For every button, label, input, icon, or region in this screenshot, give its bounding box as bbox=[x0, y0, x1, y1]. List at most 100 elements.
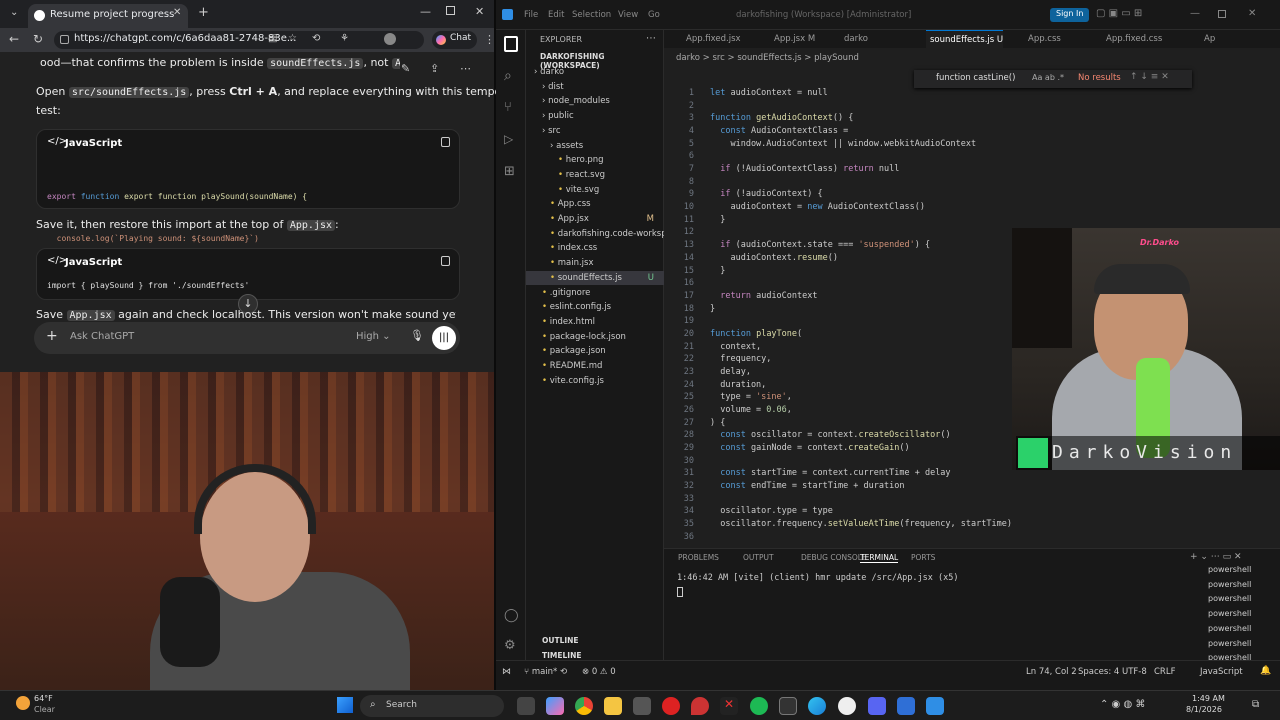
extension-icon[interactable]: ⚘ bbox=[340, 33, 349, 44]
panel-tab[interactable]: OUTPUT bbox=[743, 553, 774, 562]
terminal-instance[interactable]: powershell bbox=[1208, 565, 1251, 574]
panel-tab[interactable]: DEBUG CONSOLE bbox=[801, 553, 867, 562]
maximize-icon[interactable] bbox=[1218, 10, 1226, 18]
match-options-icon[interactable]: Aa ab .* bbox=[1032, 73, 1064, 82]
minimize-icon[interactable]: — bbox=[1190, 8, 1200, 19]
notifications-icon[interactable]: 🔔 bbox=[1260, 666, 1271, 676]
chrome-icon[interactable] bbox=[575, 697, 593, 715]
copilot-taskbar-icon[interactable] bbox=[546, 697, 564, 715]
app-x-icon[interactable]: ✕ bbox=[720, 697, 738, 715]
find-input[interactable]: function castLine() bbox=[936, 73, 1015, 83]
tree-file[interactable]: • vite.config.js bbox=[526, 374, 664, 388]
tree-file[interactable]: • .gitignore bbox=[526, 286, 664, 300]
outline-section[interactable]: OUTLINE bbox=[542, 636, 579, 645]
menu-view[interactable]: View bbox=[618, 10, 638, 20]
tree-file[interactable]: • main.jsx bbox=[526, 256, 664, 270]
vscode-taskbar-icon[interactable] bbox=[926, 697, 944, 715]
file-explorer-icon[interactable] bbox=[604, 697, 622, 715]
layout-icons[interactable]: ▢ ▣ ▭ ⊞ bbox=[1096, 8, 1142, 19]
editor-tab[interactable]: App.css bbox=[1024, 30, 1061, 48]
menu-icon[interactable]: ⋮ bbox=[484, 33, 495, 46]
editor-tab[interactable]: darko bbox=[840, 30, 868, 48]
menu-file[interactable]: File bbox=[524, 10, 538, 20]
chat-button[interactable]: Chat bbox=[432, 31, 478, 49]
spotify-icon[interactable] bbox=[750, 697, 768, 715]
tree-file[interactable]: • eslint.config.js bbox=[526, 300, 664, 314]
maps-pin-icon[interactable] bbox=[691, 697, 709, 715]
microphone-icon[interactable]: 🎙 bbox=[410, 329, 424, 342]
browser-tab[interactable]: Resume project progress bbox=[28, 4, 188, 28]
panel-tab[interactable]: TERMINAL bbox=[860, 553, 899, 563]
run-debug-icon[interactable]: ▷ bbox=[504, 132, 513, 146]
panel-tab[interactable]: PORTS bbox=[911, 553, 935, 562]
editor-breadcrumb[interactable]: darko > src > soundEffects.js > playSoun… bbox=[676, 53, 859, 63]
app-blue-icon[interactable] bbox=[897, 697, 915, 715]
line-ending[interactable]: CRLF bbox=[1154, 667, 1175, 677]
search-icon[interactable]: ⌕ bbox=[504, 68, 512, 84]
editor-tab[interactable]: App.fixed.css bbox=[1102, 30, 1162, 48]
copy-icon[interactable] bbox=[441, 256, 450, 266]
timeline-section[interactable]: TIMELINE bbox=[542, 651, 581, 660]
bookmark-icon[interactable]: ☆ bbox=[288, 33, 297, 44]
tree-folder[interactable]: › node_modules bbox=[526, 94, 664, 108]
tree-file[interactable]: • hero.png bbox=[526, 153, 664, 167]
explorer-more-icon[interactable]: ⋯ bbox=[646, 33, 656, 44]
editor-tab[interactable]: Ap bbox=[1200, 30, 1215, 48]
model-selector[interactable]: High ⌄ bbox=[356, 331, 391, 342]
tree-folder[interactable]: › src bbox=[526, 124, 664, 138]
chat-composer[interactable]: + Ask ChatGPT High ⌄ 🎙 ||| bbox=[34, 322, 460, 354]
remote-icon[interactable]: ⋈ bbox=[502, 667, 511, 677]
copy-icon[interactable] bbox=[441, 137, 450, 147]
source-control-icon[interactable]: ⑂ bbox=[504, 100, 512, 115]
edit-icon[interactable]: ✎ bbox=[401, 62, 410, 75]
close-window-icon[interactable]: ✕ bbox=[475, 5, 484, 18]
tray-icons[interactable]: ⌃ ◉ ◍ ⌘ bbox=[1100, 699, 1145, 710]
tree-file[interactable]: • package-lock.json bbox=[526, 330, 664, 344]
terminal-instance[interactable]: powershell bbox=[1208, 639, 1251, 648]
terminal-instance[interactable]: powershell bbox=[1208, 624, 1251, 633]
notification-center-icon[interactable]: ⧉ bbox=[1252, 699, 1259, 710]
explorer-icon[interactable] bbox=[504, 36, 518, 52]
edge-icon[interactable] bbox=[808, 697, 826, 715]
sign-in-button[interactable]: Sign In bbox=[1050, 8, 1090, 22]
find-nav-icons[interactable]: ↑ ↓ ≡ ✕ bbox=[1130, 72, 1169, 82]
store-icon[interactable] bbox=[633, 697, 651, 715]
app-red-icon[interactable] bbox=[662, 697, 680, 715]
new-tab-icon[interactable]: + bbox=[198, 5, 209, 20]
chatgpt-app-icon[interactable] bbox=[838, 697, 856, 715]
voice-mode-button[interactable]: ||| bbox=[432, 326, 456, 350]
clock-date[interactable]: 8/1/2026 bbox=[1186, 705, 1222, 714]
profile-avatar[interactable] bbox=[384, 33, 396, 45]
tree-file[interactable]: • App.jsx M bbox=[526, 212, 664, 226]
reload-icon[interactable]: ↻ bbox=[33, 32, 43, 46]
weather-desc[interactable]: Clear bbox=[34, 705, 55, 714]
cursor-position[interactable]: Ln 74, Col 2 bbox=[1026, 667, 1077, 677]
language-mode[interactable]: JavaScript bbox=[1200, 667, 1243, 677]
add-attachment-icon[interactable]: + bbox=[46, 328, 58, 344]
tree-file[interactable]: • react.svg bbox=[526, 168, 664, 182]
menu-go[interactable]: Go bbox=[648, 10, 660, 20]
editor-tab[interactable]: soundEffects.js U bbox=[926, 30, 1004, 48]
task-view-icon[interactable] bbox=[517, 697, 535, 715]
back-icon[interactable]: ← bbox=[9, 32, 19, 46]
weather-temp[interactable]: 64°F bbox=[34, 694, 53, 703]
start-button-icon[interactable] bbox=[337, 697, 353, 713]
reader-icon[interactable]: ▤ bbox=[268, 33, 277, 44]
encoding[interactable]: UTF-8 bbox=[1122, 667, 1147, 677]
menu-edit[interactable]: Edit bbox=[548, 10, 564, 20]
tree-file[interactable]: • darkofishing.code-worksp... bbox=[526, 227, 664, 241]
settings-gear-icon[interactable]: ⚙ bbox=[504, 638, 516, 653]
share-icon[interactable]: ⇪ bbox=[430, 62, 439, 75]
editor-tab[interactable]: App.jsx M bbox=[770, 30, 815, 48]
panel-tab[interactable]: PROBLEMS bbox=[678, 553, 719, 562]
terminal-instance[interactable]: powershell bbox=[1208, 594, 1251, 603]
discord-icon[interactable] bbox=[868, 697, 886, 715]
weather-icon[interactable] bbox=[16, 696, 30, 710]
tree-file[interactable]: • soundEffects.js U bbox=[526, 270, 664, 285]
tree-file[interactable]: • index.html bbox=[526, 315, 664, 329]
refresh-ext-icon[interactable]: ⟲ bbox=[312, 33, 320, 44]
tree-file[interactable]: • vite.svg bbox=[526, 183, 664, 197]
editor-tab[interactable]: App.fixed.jsx bbox=[682, 30, 741, 48]
minimize-icon[interactable]: — bbox=[420, 5, 431, 18]
clock-time[interactable]: 1:49 AM bbox=[1192, 694, 1225, 703]
